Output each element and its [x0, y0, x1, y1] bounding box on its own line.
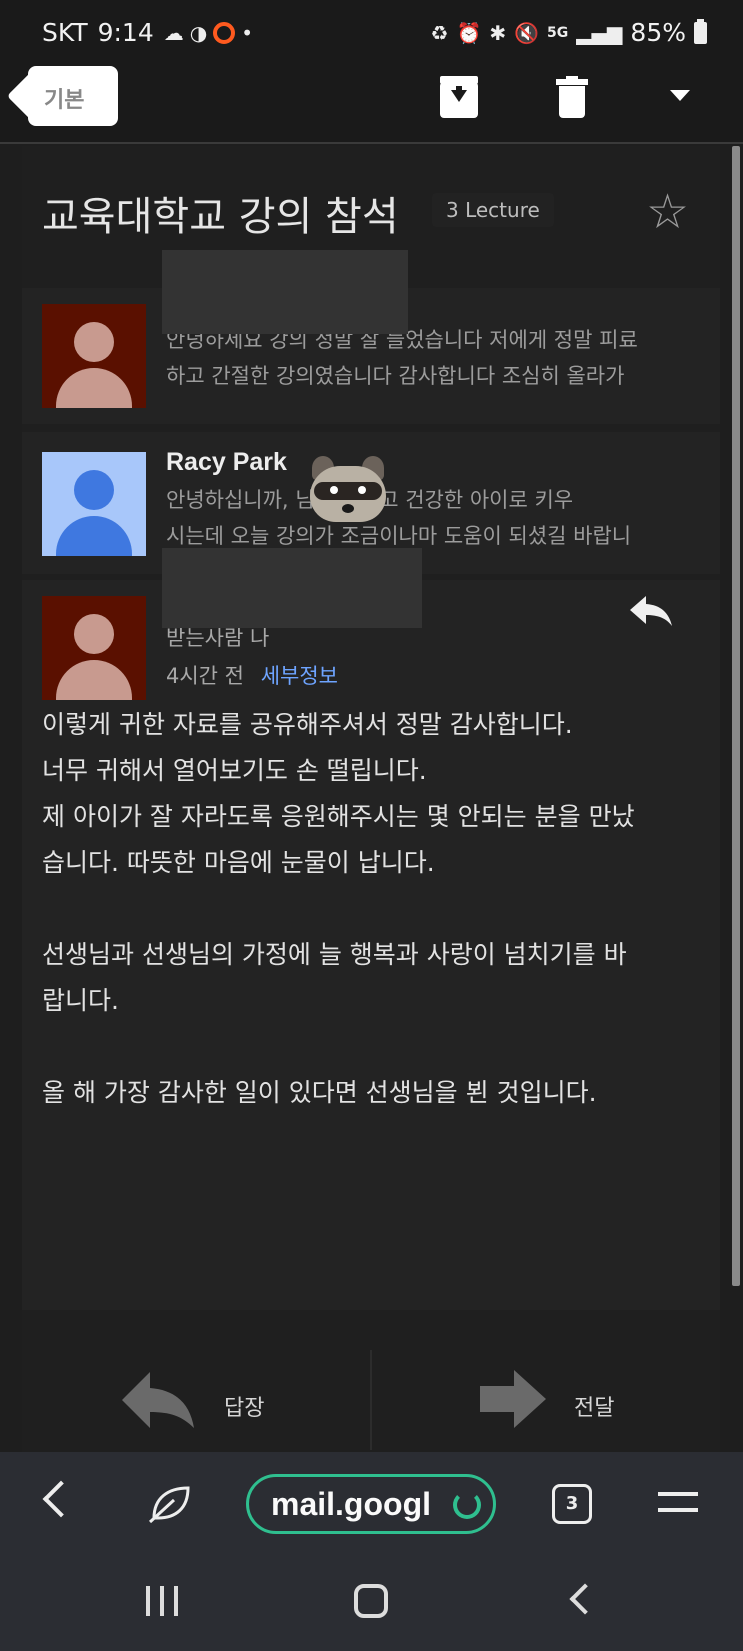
redacted-sender-name [162, 548, 422, 628]
back-button-label: 기본 [44, 88, 85, 113]
star-icon[interactable]: ☆ [646, 188, 689, 236]
avatar [42, 596, 146, 700]
reply-arrow-icon [122, 1372, 194, 1428]
home-icon[interactable] [354, 1584, 388, 1618]
url-text: mail.googl [271, 1486, 431, 1522]
details-link[interactable]: 세부정보 [261, 664, 338, 688]
label-chip[interactable]: 3 Lecture [432, 193, 554, 227]
sync-icon: ◑ [189, 20, 208, 45]
leaf-icon[interactable] [148, 1484, 192, 1524]
address-bar[interactable]: mail.googl [246, 1474, 496, 1534]
message-time: 4시간 전 [166, 664, 244, 688]
raccoon-sticker-icon [306, 454, 390, 524]
action-divider [370, 1350, 372, 1450]
battery-icon [694, 18, 707, 44]
reply-action-button[interactable]: 답장 [22, 1350, 370, 1450]
mute-icon: 🔇 [514, 20, 540, 45]
system-navigation-bar [0, 1556, 743, 1651]
body-line: 올 해 가장 감사한 일이 있다면 선생님을 뵌 것입니다. [42, 1078, 597, 1107]
dot-icon: • [241, 20, 253, 45]
message-meta: 4시간 전 세부정보 [166, 660, 338, 690]
dropdown-arrow-icon[interactable] [670, 90, 690, 101]
bluetooth-icon: ✱ [489, 20, 507, 45]
sender-name: Racy Park [166, 448, 287, 476]
avatar [42, 452, 146, 556]
status-bar: SKT 9:14 ☁ ◑ • ♻ ⏰ ✱ 🔇 5G ▂▄▆ 85% [0, 0, 743, 66]
browser-back-icon[interactable] [42, 1480, 80, 1518]
forward-label: 전달 [574, 1396, 615, 1421]
message-expanded: 받는사람 나 4시간 전 세부정보 이렇게 귀한 자료를 공유해주셔서 정말 감… [22, 580, 720, 1310]
network-type: 5G [547, 24, 569, 41]
archive-icon[interactable] [440, 76, 480, 120]
reply-label: 답장 [224, 1396, 265, 1421]
menu-icon[interactable] [658, 1492, 698, 1512]
avatar [42, 304, 146, 408]
body-line: 선생님과 선생님의 가정에 늘 행복과 사랑이 넘치기를 바 [42, 940, 627, 969]
reload-icon[interactable] [453, 1491, 481, 1519]
carrier-label: SKT [42, 18, 88, 47]
thread-subject: 교육대학교 강의 참석 [42, 194, 399, 240]
ring-icon [213, 21, 236, 44]
status-left: SKT 9:14 ☁ ◑ • [42, 18, 253, 47]
reply-icon[interactable] [628, 594, 674, 628]
clock: 9:14 [97, 18, 154, 47]
body-line: 너무 귀해서 열어보기도 손 떨립니다. [42, 756, 427, 785]
body-line: 랍니다. [42, 986, 119, 1015]
signal-icon: ▂▄▆ [576, 20, 623, 45]
back-button[interactable]: 기본 [6, 66, 118, 126]
reply-forward-bar: 답장 전달 [22, 1350, 720, 1450]
tabs-button[interactable]: 3 [552, 1484, 592, 1524]
notification-icons: ☁ ◑ • [164, 21, 253, 45]
body-line: 습니다. 따뜻한 마음에 눈물이 납니다. [42, 848, 435, 877]
message-body: 이렇게 귀한 자료를 공유해주셔서 정말 감사합니다. 너무 귀해서 열어보기도… [42, 702, 712, 1116]
recents-icon[interactable] [146, 1586, 178, 1616]
redacted-sender-name [162, 250, 408, 334]
trash-icon[interactable] [556, 76, 596, 120]
battery-percent: 85% [630, 18, 686, 47]
body-line [42, 886, 712, 932]
forward-action-button[interactable]: 전달 [374, 1350, 722, 1450]
alarm-icon: ⏰ [456, 20, 482, 45]
body-line: 제 아이가 잘 자라도록 응원해주시는 몇 안되는 분을 만났 [42, 802, 635, 831]
status-right: ♻ ⏰ ✱ 🔇 5G ▂▄▆ 85% [431, 18, 707, 47]
browser-toolbar: mail.googl 3 [0, 1452, 743, 1556]
scrollbar[interactable] [732, 146, 740, 1286]
forward-arrow-icon [480, 1370, 546, 1428]
system-back-icon[interactable] [569, 1583, 601, 1615]
app-toolbar: 기본 [0, 66, 743, 144]
body-line [42, 1024, 712, 1070]
body-line: 이렇게 귀한 자료를 공유해주셔서 정말 감사합니다. [42, 710, 573, 739]
message-snippet-line1: 안녕하십니까, 님 행복하고 건강한 아이로 키우 [166, 488, 574, 512]
recycle-icon: ♻ [430, 20, 449, 45]
message-snippet-line2: 하고 간절한 강의였습니다 감사합니다 조심히 올라가 [166, 364, 625, 388]
cloud-icon: ☁ [163, 20, 184, 45]
